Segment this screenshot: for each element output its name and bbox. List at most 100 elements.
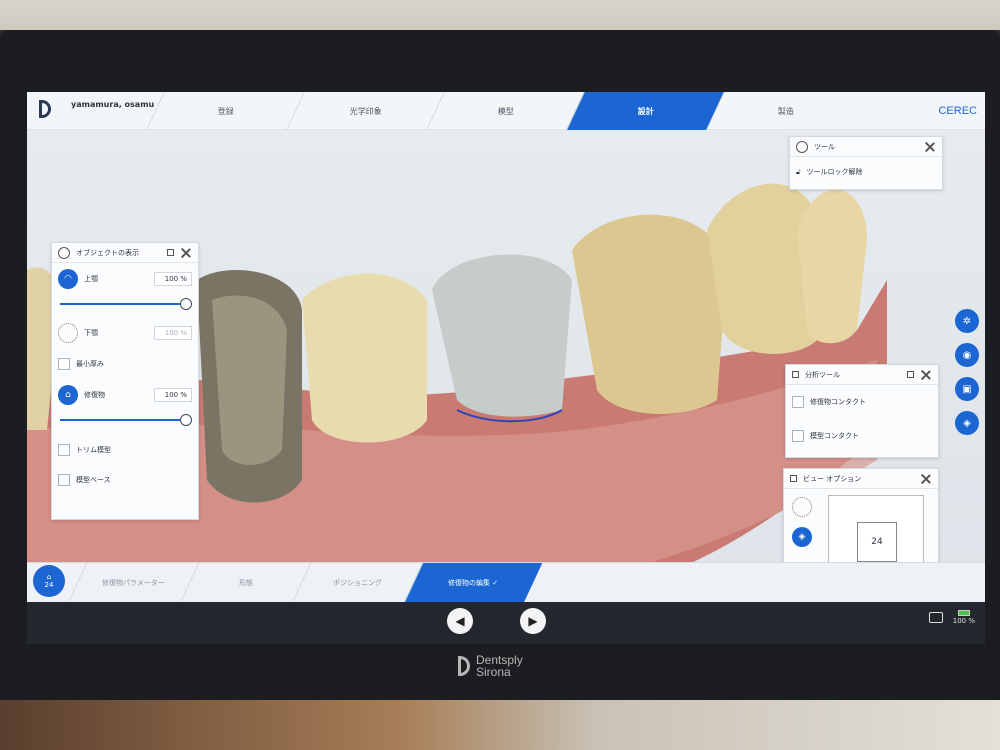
app-logo-icon[interactable] bbox=[39, 100, 51, 118]
restoration-icon[interactable]: ⌂ bbox=[58, 385, 78, 405]
restoration-slider[interactable] bbox=[60, 411, 192, 429]
top-navigation: yamamura, osamu 登録 光学印象 模型 設計 製造 CEREC bbox=[27, 92, 985, 130]
tool-palette-button[interactable]: ✲ bbox=[955, 309, 979, 333]
battery-icon bbox=[957, 610, 970, 616]
tab-label: 設計 bbox=[637, 106, 654, 116]
tab-label: 製造 bbox=[777, 106, 794, 116]
app-screen: yamamura, osamu 登録 光学印象 模型 設計 製造 CEREC オ… bbox=[27, 92, 985, 644]
lower-jaw-value[interactable]: 100 % bbox=[154, 326, 192, 340]
min-thickness-row[interactable]: 最小厚み bbox=[52, 349, 198, 379]
view-jaw-icon[interactable] bbox=[792, 497, 812, 517]
slider-track bbox=[60, 303, 180, 305]
model-base-checkbox[interactable] bbox=[58, 474, 70, 486]
view-cube-icon[interactable]: ◈ bbox=[792, 527, 812, 547]
slider-track bbox=[60, 419, 180, 421]
step-label: 修復物パラメーター bbox=[102, 579, 165, 587]
panel-header: ビュー オプション bbox=[784, 469, 938, 489]
bezel-brand: Dentsply Sirona bbox=[458, 654, 523, 678]
lower-jaw-row[interactable]: 下顎 100 % bbox=[52, 317, 198, 349]
tool-unlock-label: ツールロック解除 bbox=[806, 168, 863, 176]
status-area: 100 % bbox=[928, 610, 975, 625]
min-thickness-checkbox[interactable] bbox=[58, 358, 70, 370]
tab-optical-impression[interactable]: 光学印象 bbox=[286, 92, 444, 130]
minimize-button[interactable] bbox=[167, 249, 174, 256]
upper-jaw-icon[interactable]: ◠ bbox=[58, 269, 78, 289]
restoration-value[interactable]: 100 % bbox=[154, 388, 192, 402]
bezel-brand-line2: Sirona bbox=[476, 665, 511, 679]
min-thickness-label: 最小厚み bbox=[76, 360, 104, 368]
dentsply-logo-icon bbox=[458, 656, 470, 676]
tooth-number: 24 bbox=[44, 581, 54, 589]
upper-jaw-value[interactable]: 100 % bbox=[154, 272, 192, 286]
chat-icon[interactable] bbox=[928, 612, 943, 623]
tab-label: 模型 bbox=[497, 106, 514, 116]
design-step-bar: ⌂ 24 修復物パラメーター 形態 ポジショニング 修復物の編集 ✓ bbox=[27, 562, 985, 603]
close-button[interactable] bbox=[920, 369, 932, 381]
workflow-tabs: 登録 光学印象 模型 設計 製造 bbox=[146, 92, 864, 130]
cerec-brand: CEREC bbox=[938, 105, 977, 117]
tool-icon bbox=[796, 140, 808, 153]
slider-knob[interactable] bbox=[180, 298, 192, 310]
trim-model-label: トリム模型 bbox=[76, 446, 111, 454]
model-base-row[interactable]: 模型ベース bbox=[52, 465, 198, 495]
upper-jaw-row[interactable]: ◠ 上顎 100 % bbox=[52, 263, 198, 295]
step-restoration-parameters[interactable]: 修復物パラメーター bbox=[67, 563, 199, 603]
lower-jaw-label: 下顎 bbox=[84, 329, 98, 337]
tooth-icon: ⌂ bbox=[46, 573, 52, 581]
step-label: 修復物の編集 bbox=[448, 579, 491, 587]
tab-label: 登録 bbox=[217, 106, 234, 116]
view-cube-face[interactable]: 24 bbox=[857, 522, 897, 562]
visibility-button[interactable]: ◉ bbox=[955, 343, 979, 367]
slider-knob[interactable] bbox=[180, 414, 192, 426]
upper-jaw-slider[interactable] bbox=[60, 295, 192, 313]
tab-design[interactable]: 設計 bbox=[566, 92, 724, 130]
restoration-label: 修復物 bbox=[84, 391, 105, 399]
panel-header: ツール bbox=[790, 137, 942, 157]
analysis-icon bbox=[792, 371, 799, 378]
lock-icon: 🔓︎ bbox=[796, 167, 801, 176]
model-contact-label: 模型コンタクト bbox=[810, 432, 859, 440]
trim-model-checkbox[interactable] bbox=[58, 444, 70, 456]
tab-manufacture[interactable]: 製造 bbox=[706, 92, 864, 130]
tab-label: 光学印象 bbox=[349, 106, 382, 116]
panel-title: オブジェクトの表示 bbox=[76, 248, 139, 257]
tab-registration[interactable]: 登録 bbox=[146, 92, 304, 130]
lower-jaw-icon[interactable] bbox=[58, 323, 78, 343]
design-steps: 修復物パラメーター 形態 ポジショニング 修復物の編集 ✓ bbox=[67, 563, 543, 603]
restoration-contact-label: 修復物コンタクト bbox=[810, 398, 866, 406]
tool-unlock-item[interactable]: 🔓︎ ツールロック解除 bbox=[790, 157, 942, 187]
step-morphology[interactable]: 形態 bbox=[179, 563, 311, 603]
restoration-contact-checkbox[interactable] bbox=[792, 396, 804, 408]
trim-model-row[interactable]: トリム模型 bbox=[52, 435, 198, 465]
minimize-button[interactable] bbox=[907, 371, 914, 378]
check-icon: ✓ bbox=[492, 579, 499, 587]
step-positioning[interactable]: ポジショニング bbox=[291, 563, 423, 603]
restoration-row[interactable]: ⌂ 修復物 100 % bbox=[52, 379, 198, 411]
back-arrow-button[interactable]: ◀ bbox=[447, 608, 473, 634]
forward-arrow-button[interactable]: ▶ bbox=[520, 608, 546, 634]
close-button[interactable] bbox=[924, 141, 936, 153]
eye-icon bbox=[58, 246, 70, 259]
step-label: ポジショニング bbox=[333, 579, 382, 587]
model-contact-checkbox[interactable] bbox=[792, 430, 804, 442]
view-cube-button[interactable]: ◈ bbox=[955, 411, 979, 435]
user-name: yamamura, osamu bbox=[71, 100, 155, 109]
model-contact-row[interactable]: 模型コンタクト bbox=[786, 419, 938, 453]
cube-icon bbox=[790, 475, 797, 482]
panel-header: 分析ツール bbox=[786, 365, 938, 385]
close-button[interactable] bbox=[920, 473, 932, 485]
panel-title: ツール bbox=[814, 142, 835, 151]
tool-panel: ツール 🔓︎ ツールロック解除 bbox=[789, 136, 943, 190]
tooth-select-button[interactable]: ⌂ 24 bbox=[33, 565, 65, 597]
tab-model[interactable]: 模型 bbox=[426, 92, 584, 130]
analysis-button[interactable]: ▣ bbox=[955, 377, 979, 401]
panel-title: 分析ツール bbox=[805, 370, 840, 379]
step-edit-restoration[interactable]: 修復物の編集 ✓ bbox=[403, 563, 543, 603]
model-base-label: 模型ベース bbox=[76, 476, 111, 484]
panel-title: ビュー オプション bbox=[803, 474, 862, 483]
upper-jaw-label: 上顎 bbox=[84, 275, 98, 283]
panel-header: オブジェクトの表示 bbox=[52, 243, 198, 263]
desk bbox=[0, 700, 1000, 750]
close-button[interactable] bbox=[180, 247, 192, 259]
restoration-contact-row[interactable]: 修復物コンタクト bbox=[786, 385, 938, 419]
